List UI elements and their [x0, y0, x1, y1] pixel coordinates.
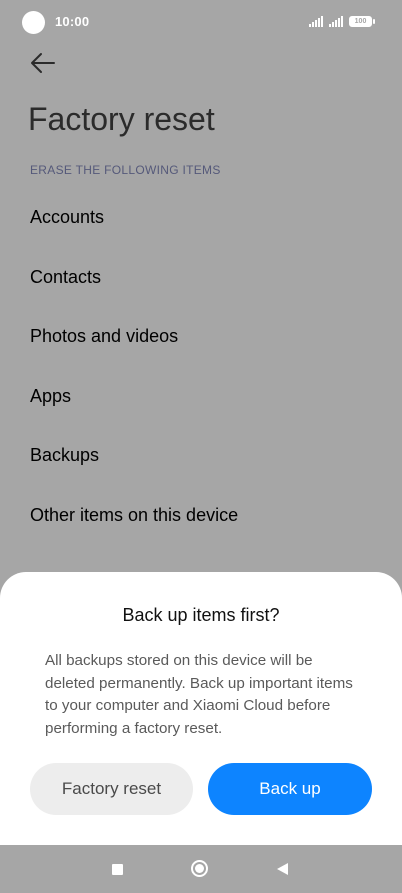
back-icon[interactable] — [277, 863, 288, 875]
signal-icon — [309, 16, 323, 27]
front-camera — [22, 11, 45, 34]
home-icon[interactable] — [191, 860, 208, 877]
navigation-bar — [0, 845, 402, 893]
list-item-backups: Backups — [30, 445, 100, 465]
dialog-title: Back up items first? — [122, 605, 280, 625]
list-item-apps: Apps — [30, 386, 72, 406]
dialog-message: All backups stored on this device will b… — [45, 652, 353, 737]
list-item-photos: Photos and videos — [30, 326, 179, 346]
list-item-other: Other items on this device — [30, 505, 239, 525]
battery-level: 100 — [354, 18, 367, 25]
section-label: ERASE THE FOLLOWING ITEMS — [30, 163, 221, 177]
page-title: Factory reset — [28, 101, 215, 137]
status-bar: 10:00 100 — [0, 0, 402, 44]
back-arrow-icon[interactable] — [30, 52, 56, 74]
battery-icon: 100 — [349, 16, 375, 27]
back-up-button[interactable]: Back up — [208, 763, 372, 815]
factory-reset-button[interactable]: Factory reset — [30, 763, 193, 815]
list-item-accounts: Accounts — [30, 207, 105, 227]
signal-icon — [329, 16, 343, 27]
status-time: 10:00 — [55, 14, 90, 29]
list-item-contacts: Contacts — [30, 267, 102, 287]
recents-icon[interactable] — [112, 864, 123, 875]
